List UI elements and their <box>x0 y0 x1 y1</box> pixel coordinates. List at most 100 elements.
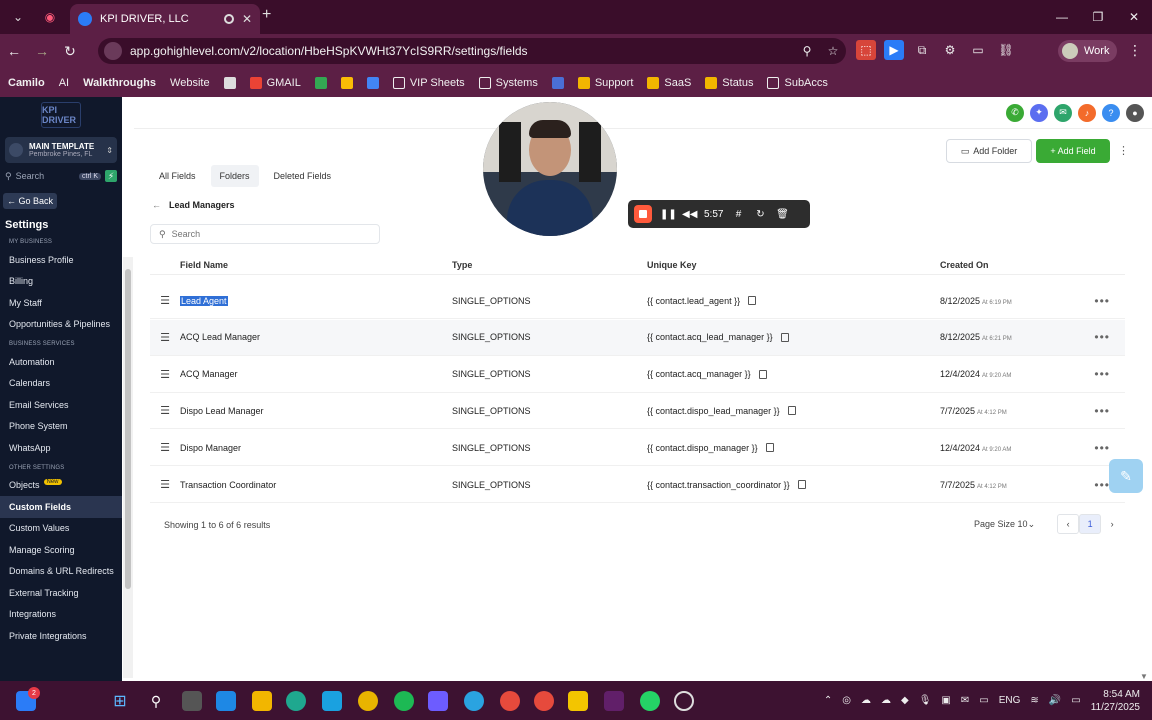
chrome-active-icon[interactable] <box>534 691 554 711</box>
browser-tab[interactable]: KPI DRIVER, LLC ✕ <box>70 4 260 34</box>
row-actions-icon[interactable]: ••• <box>1080 441 1110 455</box>
close-tab-icon[interactable]: ✕ <box>242 12 252 26</box>
task-view-icon[interactable] <box>182 691 202 711</box>
tray-app-icon[interactable]: ◎ <box>842 695 851 706</box>
chrome-icon[interactable] <box>500 691 520 711</box>
bookmark-item[interactable]: Support <box>577 76 633 89</box>
field-name-cell[interactable]: ACQ Lead Manager <box>180 332 452 342</box>
sticky-notes-icon[interactable] <box>568 691 588 711</box>
bookmark-item[interactable] <box>551 76 564 89</box>
webcam-bubble[interactable] <box>483 102 617 236</box>
drag-handle-icon[interactable]: ☰ <box>150 478 180 491</box>
bookmark-item[interactable]: Status <box>705 76 753 89</box>
sidebar-search[interactable]: ⚲ Search ctrl K ⚡ <box>5 167 117 185</box>
table-row[interactable]: ☰ Dispo Lead Manager SINGLE_OPTIONS {{ cont… <box>150 393 1125 430</box>
row-actions-icon[interactable]: ••• <box>1080 404 1110 418</box>
drag-handle-icon[interactable]: ☰ <box>150 404 180 417</box>
extension-card-icon[interactable]: ▭ <box>968 40 988 60</box>
search-icon[interactable]: ⚲ <box>146 691 166 711</box>
rewind-icon[interactable]: ◀◀ <box>682 209 697 220</box>
add-folder-button[interactable]: ▭ Add Folder <box>946 139 1032 163</box>
drag-handle-icon[interactable]: ☰ <box>150 331 180 344</box>
notifications-icon[interactable]: ♪ <box>1078 103 1096 122</box>
close-window-icon[interactable]: ✕ <box>1116 0 1152 34</box>
bookmark-item[interactable]: Website <box>170 77 210 89</box>
extension-link-icon[interactable]: ⛓ <box>996 40 1016 60</box>
drag-handle-icon[interactable]: ☰ <box>150 368 180 381</box>
restart-icon[interactable]: ↻ <box>753 209 767 220</box>
bookmark-star-icon[interactable]: ☆ <box>820 44 846 58</box>
bookmark-item[interactable]: Walkthroughs <box>83 77 156 89</box>
field-search-input[interactable] <box>171 229 362 239</box>
field-name-cell[interactable]: ACQ Manager <box>180 369 452 379</box>
table-row[interactable]: ☰ ACQ Manager SINGLE_OPTIONS {{ contact.acq… <box>150 357 1125 393</box>
stop-recording-button[interactable] <box>634 205 652 223</box>
more-options-icon[interactable]: ⋮ <box>1118 144 1129 157</box>
header-created-on[interactable]: Created On <box>940 260 1080 270</box>
clock[interactable]: 8:54 AM 11/27/2025 <box>1091 688 1140 714</box>
minimize-icon[interactable]: — <box>1044 0 1080 34</box>
field-name-cell[interactable]: Dispo Manager <box>180 443 452 453</box>
bookmark-item[interactable]: VIP Sheets <box>392 76 465 89</box>
telegram-icon[interactable] <box>464 691 484 711</box>
sidebar-item-private-integrations[interactable]: Private Integrations <box>0 625 122 647</box>
sidebar-item-custom-fields[interactable]: Custom Fields <box>0 496 122 518</box>
volume-icon[interactable]: 🔊 <box>1049 695 1061 706</box>
bookmark-item[interactable] <box>223 76 236 89</box>
sidebar-item-calendars[interactable]: Calendars <box>0 373 122 395</box>
pause-icon[interactable]: ❚❚ <box>660 209 677 220</box>
chrome-icon[interactable] <box>358 691 378 711</box>
sidebar-item-custom-values[interactable]: Custom Values <box>0 518 122 540</box>
site-info-icon[interactable] <box>104 42 122 60</box>
profile-button[interactable]: Work <box>1058 40 1118 62</box>
copy-icon[interactable] <box>787 406 796 416</box>
copy-icon[interactable] <box>748 296 757 305</box>
drag-handle-icon[interactable]: ☰ <box>150 294 180 307</box>
ai-assistant-icon[interactable]: ✦ <box>1030 103 1048 122</box>
tab-search-icon[interactable]: ⌄ <box>4 4 32 30</box>
sidebar-item-my-staff[interactable]: My Staff <box>0 292 122 314</box>
header-field-name[interactable]: Field Name <box>180 260 452 270</box>
field-name[interactable]: ACQ Lead Manager <box>180 332 260 342</box>
tab-deleted-fields[interactable]: Deleted Fields <box>265 165 341 187</box>
extension-icon[interactable]: ⬚ <box>856 40 876 60</box>
table-row[interactable]: ☰ Lead Agent SINGLE_OPTIONS {{ contact.lead… <box>150 283 1125 319</box>
spotify-icon[interactable] <box>394 691 414 711</box>
chrome-menu-icon[interactable]: ⋮ <box>1128 42 1142 59</box>
go-back-button[interactable]: ← Go Back <box>3 193 57 209</box>
location-switcher[interactable]: MAIN TEMPLATE Pembroke Pines, FL ⇕ <box>5 137 117 163</box>
quick-add-icon[interactable]: ⚡ <box>105 170 117 182</box>
edge-icon[interactable] <box>286 691 306 711</box>
slack-icon[interactable] <box>604 691 624 711</box>
row-actions-icon[interactable]: ••• <box>1080 367 1110 381</box>
extension-gear-icon[interactable]: ⚙ <box>940 40 960 60</box>
field-name[interactable]: Dispo Manager <box>180 443 241 453</box>
bookmark-item[interactable]: GMAIL <box>249 76 301 89</box>
bookmark-item[interactable] <box>314 76 327 89</box>
floating-widget-icon[interactable]: ✎ <box>1109 459 1143 493</box>
sidebar-item-automation[interactable]: Automation <box>0 351 122 373</box>
page-button-current[interactable]: 1 <box>1079 514 1102 534</box>
bookmark-item[interactable]: AI <box>59 77 69 89</box>
scroll-down-arrow-icon[interactable]: ▼ <box>1140 672 1148 681</box>
address-bar[interactable]: app.gohighlevel.com/v2/location/HbeHSpKV… <box>98 38 846 64</box>
extensions-puzzle-icon[interactable]: ⧉ <box>912 40 932 60</box>
sidebar-scrollbar[interactable] <box>123 257 133 678</box>
copy-icon[interactable] <box>765 443 774 453</box>
file-explorer-icon[interactable] <box>252 691 272 711</box>
page-size-select[interactable]: Page Size 10⌄ <box>974 519 1035 530</box>
grid-icon[interactable]: # <box>731 209 745 220</box>
bookmark-item[interactable]: Camilo <box>8 77 45 89</box>
copy-icon[interactable] <box>797 480 806 489</box>
tray-app-icon[interactable]: ▣ <box>941 695 950 706</box>
bookmark-item[interactable]: SubAccs <box>767 76 828 89</box>
sidebar-item-business-profile[interactable]: Business Profile <box>0 249 122 271</box>
back-arrow-icon[interactable]: ← <box>152 200 161 210</box>
whatsapp-icon[interactable] <box>640 691 660 711</box>
bookmark-item[interactable] <box>366 76 379 89</box>
table-row[interactable]: ☰ Dispo Manager SINGLE_OPTIONS {{ contact.d… <box>150 430 1125 467</box>
sidebar-item-whatsapp[interactable]: WhatsApp <box>0 437 122 459</box>
extension-blue-icon[interactable]: ▶ <box>884 40 904 60</box>
reload-button[interactable]: ↻ <box>56 43 84 60</box>
copy-icon[interactable] <box>780 332 789 342</box>
